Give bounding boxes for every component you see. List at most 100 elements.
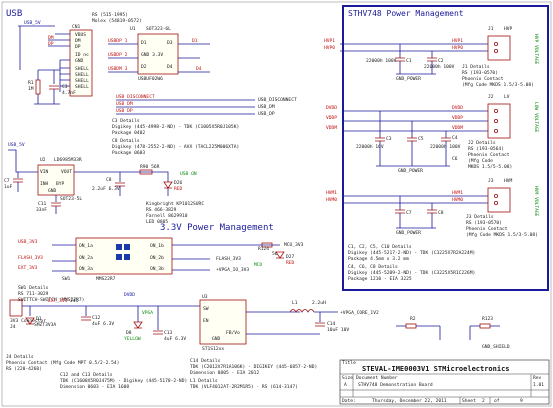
cn1-connector: CN1 VBUS DM DP ID nc GND SHELL SHELL SHE… — [69, 24, 93, 97]
svg-text:LOW VOLTAGE: LOW VOLTAGE — [533, 102, 539, 133]
vpga-io-port: +VPGA_IO_3V3 — [216, 267, 249, 273]
flash3v3-net: FLASH_3V3 — [18, 255, 43, 261]
svg-text:HVP1: HVP1 — [452, 38, 463, 44]
mcu3v3-port: MCU_3V3 — [284, 242, 304, 248]
svg-text:2.2uF 6.3V: 2.2uF 6.3V — [92, 186, 120, 192]
c12-details-2: Dimension 0603 - EIA 1608 — [60, 384, 129, 390]
j2-details-3: Phoenix Contact — [468, 152, 510, 158]
usbdp2-net: USBDP 2 — [108, 52, 128, 58]
svg-text:4uF 6.3V: 4uF 6.3V — [164, 336, 186, 342]
usb-dm-port: USB_DM — [258, 104, 275, 110]
svg-text:GND 3.3V: GND 3.3V — [141, 52, 163, 58]
svg-text:HVM: HVM — [504, 178, 513, 184]
schematic-sheet: USB USB_5V RS (515-1995) Molex (54819-05… — [0, 0, 553, 408]
sheet-value: 2 — [482, 398, 485, 404]
svg-text:HVM0: HVM0 — [452, 197, 463, 203]
svg-text:C2: C2 — [438, 58, 444, 64]
svg-text:22000h 100V: 22000h 100V — [430, 144, 461, 150]
svg-text:C1: C1 — [406, 58, 412, 64]
hvp0-net: HVP0 — [324, 45, 335, 51]
c14-details-1: TDK (C2012X7R1A106K) - DIGIKEY (445-6857… — [190, 364, 317, 370]
svg-text:SW: SW — [203, 306, 209, 312]
svg-text:4uF 6.3V: 4uF 6.3V — [92, 321, 114, 327]
svg-text:ON_1a: ON_1a — [79, 243, 93, 249]
hvp1-net: HVP1 — [324, 38, 335, 44]
c6-lv-capacitor: C6 — [452, 156, 458, 162]
c3-details-title: C3 Details — [112, 118, 140, 124]
usb3v3-net: USB_3V3 — [18, 239, 38, 245]
section-3v3-title: 3.3V Power Management — [160, 223, 274, 233]
dvdd-reg-net: DVDD — [124, 292, 135, 298]
sw1-details-1: SW1 Details — [18, 285, 49, 291]
cn1-pin-gnd: GND — [75, 58, 84, 64]
usb-disconnect-net: USB DISCONNECT — [116, 94, 155, 100]
dm-net: DM — [48, 35, 54, 41]
svg-text:10uF 10V: 10uF 10V — [327, 327, 349, 333]
ldo-usb5v-net: USB_5V — [8, 142, 25, 148]
sheet-label: Sheet — [462, 398, 476, 404]
usb5v-net: USB_5V — [24, 20, 41, 26]
svg-text:C7: C7 — [4, 178, 10, 184]
svg-text:LV: LV — [504, 94, 510, 100]
svg-text:C8: C8 — [106, 177, 112, 183]
svg-text:RED: RED — [174, 186, 183, 192]
dvdd-lv-net: DVDD — [326, 105, 337, 111]
svg-text:4.7nF: 4.7nF — [62, 90, 76, 96]
j2-details-2: RS (193-0564) — [468, 146, 504, 152]
svg-text:C7: C7 — [406, 210, 412, 216]
title-label: Title — [342, 360, 356, 366]
svg-text:VDDP: VDDP — [452, 115, 463, 121]
svg-text:C8: C8 — [438, 210, 444, 216]
cap-details-1: C1, C2, C5, C10 Details — [348, 244, 412, 250]
ext3v3-reg-net: EXT_3V3 — [48, 298, 68, 304]
svg-text:L1: L1 — [292, 300, 298, 306]
cn1-pin-shell-4: SHELL — [75, 84, 89, 90]
kingbright-note-1: Kingbright KP1012SURC — [146, 201, 204, 207]
c14-details-title: C14 Details — [190, 358, 221, 364]
svg-text:SMZT3V3A: SMZT3V3A — [34, 322, 56, 328]
usbdp1-net: USBDP 1 — [108, 38, 128, 44]
mcu-led-label: MCU — [254, 262, 263, 268]
svg-text:C11: C11 — [38, 201, 47, 207]
svg-text:GND_POWER: GND_POWER — [396, 76, 421, 82]
svg-text:D26: D26 — [174, 180, 183, 186]
hvm0-net: HVM0 — [326, 197, 337, 203]
svg-text:VIN: VIN — [40, 169, 49, 175]
cap-details-5: Digikey (445-5209-2-ND) - TDK (C3225X5R1… — [348, 270, 475, 276]
j4-details-2: RS (220-4260) — [6, 366, 42, 372]
svg-text:GND: GND — [212, 336, 221, 342]
svg-text:33nF: 33nF — [36, 207, 47, 213]
svg-text:C12: C12 — [92, 315, 101, 321]
svg-text:C13: C13 — [164, 330, 173, 336]
size-value: A — [344, 382, 347, 388]
svg-text:D1: D1 — [36, 316, 42, 322]
cap-details-6: Package 1210 - EIA 3225 — [348, 276, 412, 282]
usb-dp-port: USB_DP — [258, 111, 275, 117]
l1-details-title: L1 Details — [190, 378, 218, 384]
c3-details-2: Package 0402 — [112, 130, 145, 136]
svg-text:D2: D2 — [141, 64, 147, 70]
svg-text:SW1: SW1 — [62, 276, 71, 282]
svg-text:ON_3a: ON_3a — [79, 266, 93, 272]
document-title: STEVAL-IME0003V1 STMicroelectronics — [362, 365, 510, 373]
cn1-note-2: Molex (54819-0572) — [92, 18, 142, 24]
svg-text:FB/Vo: FB/Vo — [226, 330, 240, 336]
svg-text:GND_POWER: GND_POWER — [398, 168, 423, 174]
svg-text:R123: R123 — [482, 316, 493, 322]
u3-st1s12: U3 SW EN FB/Vo GND ST1S12xx — [199, 294, 247, 352]
svg-text:USBUF02W6: USBUF02W6 — [138, 76, 163, 82]
usb-disconnect-port: USB_DISCONNECT — [258, 97, 297, 103]
j4-details-1: Phoenix Contact (Mfg Code MPT 0.5/2-2.54… — [6, 360, 119, 366]
usb-dm-net: USB DM — [116, 101, 133, 107]
svg-text:ON_3b: ON_3b — [150, 266, 164, 272]
svg-text:LD6985M33R: LD6985M33R — [54, 157, 82, 163]
svg-text:MMS22R7: MMS22R7 — [96, 276, 116, 282]
svg-text:DVDD: DVDD — [452, 105, 463, 111]
date-label: Date: — [342, 398, 356, 404]
c8-details-title: C8 Details — [112, 138, 140, 144]
cn1-pin-shell-1: SHELL — [75, 66, 89, 72]
doc-number-label: Document Number — [356, 375, 398, 381]
svg-text:D3: D3 — [167, 40, 173, 46]
dp-net: DP — [48, 41, 54, 47]
cn1-pin-dp: DP — [75, 44, 81, 50]
